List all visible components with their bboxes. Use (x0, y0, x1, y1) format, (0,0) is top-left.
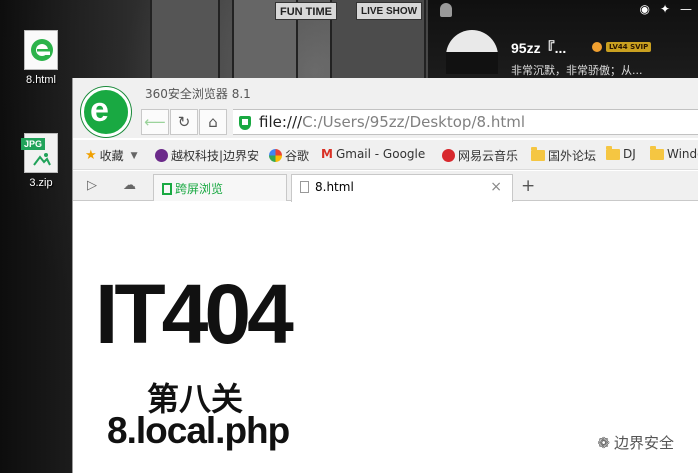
sidebar-toggle-icon[interactable]: ▷ (87, 178, 97, 193)
bookmarks-bar: ★ 收藏 ▼ 越权科技|边界安 谷歌 M Gmail - Google 网易云音… (73, 140, 698, 170)
qq-ghost-icon (440, 3, 452, 17)
bookmark-label: 收藏 (99, 149, 124, 163)
qq-minimize-icon[interactable]: — (680, 2, 692, 16)
bookmark-folder[interactable]: 国外论坛 (531, 147, 596, 164)
browser-logo-icon[interactable]: e (81, 87, 131, 137)
desktop-icon-label: 8.html (26, 74, 56, 86)
wallpaper-sign: FUN TIME (275, 2, 337, 20)
bookmark-label: 网易云音乐 (458, 149, 519, 163)
qq-panel: ◉ ✦ — 95zz『... LV44 SVIP 非常沉默，非常骄傲；从... (428, 0, 698, 78)
image-file-icon: JPG (21, 133, 58, 173)
bookmark-label: 国外论坛 (548, 149, 597, 163)
folder-icon (606, 145, 620, 160)
tab-8-html[interactable]: 8.html × (291, 174, 513, 202)
qq-avatar-crowd (446, 52, 498, 74)
address-row: ⟵ ↻ ⌂ file:///C:/Users/95zz/Desktop/8.ht… (73, 108, 698, 138)
sun-level-icon (592, 42, 602, 52)
site-icon (155, 149, 168, 162)
tab-label: 跨屏浏览 (175, 182, 224, 196)
google-icon (269, 149, 282, 162)
browser-title: 360安全浏览器 8.1 (145, 87, 251, 101)
desktop-icon-label: 3.zip (29, 177, 53, 189)
refresh-button[interactable]: ↻ (170, 109, 198, 135)
html-file-icon (24, 30, 58, 70)
bookmark-label: Windo (667, 147, 698, 161)
address-bar[interactable]: file:///C:/Users/95zz/Desktop/8.html (233, 109, 698, 135)
qq-badges: LV44 SVIP (592, 42, 652, 52)
wallpaper-building (150, 0, 220, 78)
gmail-icon: M (321, 147, 333, 161)
close-icon[interactable]: × (490, 179, 502, 195)
bookmark-item[interactable]: M Gmail - Google (321, 147, 425, 161)
desktop-icon-3-zip[interactable]: JPG 3.zip (19, 133, 63, 189)
bookmark-label: Gmail - Google (335, 147, 426, 161)
new-tab-button[interactable]: + (521, 176, 535, 196)
bookmark-item[interactable]: 网易云音乐 (442, 147, 518, 164)
folder-icon (650, 145, 664, 160)
bookmark-label: 谷歌 (285, 149, 310, 163)
qq-username: 95zz『... (511, 40, 567, 56)
page-heading: IT404 (95, 267, 294, 361)
folder-icon (531, 147, 545, 161)
level-hint: 8.local.php (107, 410, 290, 451)
watermark-text: 边界安全 (613, 434, 674, 452)
url-text[interactable]: file:///C:/Users/95zz/Desktop/8.html (259, 113, 525, 131)
bookmark-favorites[interactable]: ★ 收藏 ▼ (85, 147, 138, 164)
back-button[interactable]: ⟵ (141, 109, 169, 135)
logo-letter: e (90, 91, 109, 129)
browser-titlebar: 360安全浏览器 8.1 (73, 78, 698, 110)
tab-cross-screen[interactable]: 跨屏浏览 (153, 174, 287, 201)
qq-toolbar: ◉ ✦ — (639, 2, 692, 16)
wechat-icon: ❁ (597, 433, 610, 452)
qq-skin-icon[interactable]: ◉ (639, 2, 649, 16)
url-scheme: file:/// (259, 113, 303, 131)
bookmark-item[interactable]: 谷歌 (269, 147, 309, 164)
bookmark-folder[interactable]: Windo (650, 145, 698, 161)
tab-label: 8.html (315, 180, 354, 194)
page-icon (300, 181, 309, 193)
security-shield-icon (239, 116, 251, 130)
bookmark-label: 越权科技|边界安 (171, 149, 260, 163)
qq-signature: 非常沉默，非常骄傲；从... (511, 64, 643, 77)
phone-icon (162, 183, 172, 195)
home-button[interactable]: ⌂ (199, 109, 227, 135)
browser-window: 360安全浏览器 8.1 e ⟵ ↻ ⌂ file:///C:/Users/95… (72, 78, 698, 473)
url-path: C:/Users/95zz/Desktop/8.html (302, 113, 525, 131)
tab-strip: ▷ ☁ 跨屏浏览 8.html × + (73, 171, 698, 202)
watermark: ❁ 边界安全 (597, 432, 674, 453)
bookmark-label: DJ (623, 147, 636, 161)
jpg-badge: JPG (21, 138, 46, 150)
qq-shirt-icon[interactable]: ✦ (660, 2, 670, 16)
cloud-icon[interactable]: ☁ (123, 178, 136, 193)
netease-music-icon (442, 149, 455, 162)
bookmark-item[interactable]: 越权科技|边界安 (155, 147, 259, 164)
desktop-icon-8-html[interactable]: 8.html (19, 30, 63, 86)
wallpaper-sign: LIVE SHOW (356, 2, 423, 20)
bookmark-folder[interactable]: DJ (606, 145, 636, 161)
vip-badge: LV44 SVIP (606, 42, 652, 52)
chevron-down-icon: ▼ (130, 150, 138, 161)
star-icon: ★ (85, 148, 97, 163)
